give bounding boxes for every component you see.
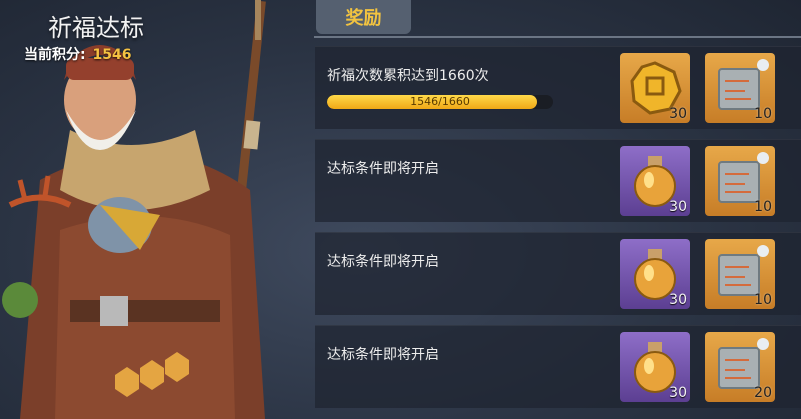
reward-count: 30 — [669, 106, 687, 122]
reward-item-potion[interactable]: 30 — [620, 239, 690, 309]
reward-item-potion[interactable]: 30 — [620, 332, 690, 402]
reward-count: 30 — [669, 385, 687, 401]
reward-count: 30 — [669, 292, 687, 308]
reward-count: 10 — [754, 106, 772, 122]
reward-item-map-piece[interactable]: 10 — [705, 53, 775, 123]
progress-bar: 1546/1660 — [327, 95, 553, 109]
reward-item-map-piece[interactable]: 20 — [705, 332, 775, 402]
current-score: 当前积分: 1546 — [24, 44, 131, 64]
reward-row-1: 祈福次数累积达到1660次 1546/1660 30 10 — [315, 46, 801, 129]
reward-count: 10 — [754, 199, 772, 215]
reward-item-map-piece[interactable]: 10 — [705, 239, 775, 309]
reward-row-2: 达标条件即将开启 30 10 — [315, 139, 801, 222]
score-label: 当前积分: — [24, 47, 86, 63]
reward-row-4: 达标条件即将开启 30 20 — [315, 325, 801, 408]
row-condition-text: 达标条件即将开启 — [327, 161, 439, 177]
reward-item-gold-coin[interactable]: 30 — [620, 53, 690, 123]
progress-label: 1546/1660 — [410, 95, 470, 108]
reward-count: 10 — [754, 292, 772, 308]
tab-rewards[interactable]: 奖励 — [316, 0, 411, 34]
page-title: 祈福达标 — [48, 14, 144, 42]
reward-count: 30 — [669, 199, 687, 215]
row-condition-text: 达标条件即将开启 — [327, 347, 439, 363]
row-condition-text: 达标条件即将开启 — [327, 254, 439, 270]
row-condition-text: 祈福次数累积达到1660次 — [327, 68, 489, 84]
score-value: 1546 — [92, 47, 132, 63]
reward-count: 20 — [754, 385, 772, 401]
reward-item-map-piece[interactable]: 10 — [705, 146, 775, 216]
reward-row-3: 达标条件即将开启 30 10 — [315, 232, 801, 315]
tab-divider — [314, 36, 801, 38]
reward-item-potion[interactable]: 30 — [620, 146, 690, 216]
